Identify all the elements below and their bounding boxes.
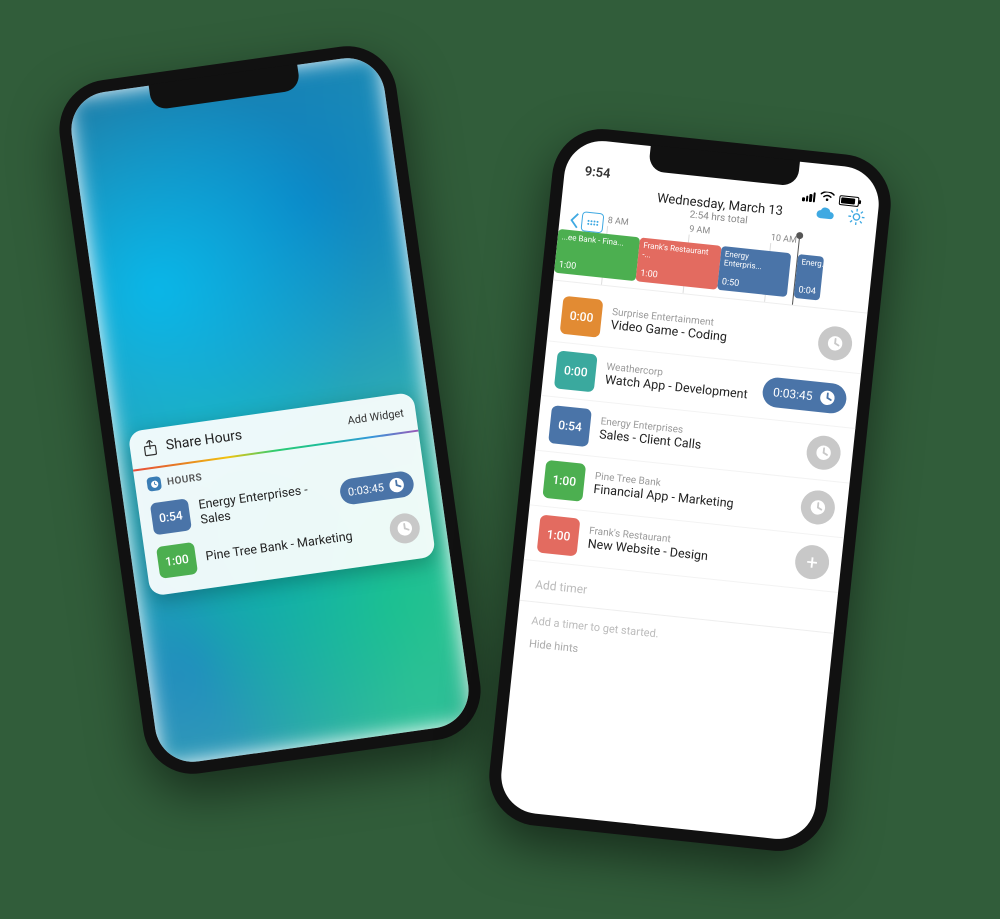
timer-duration-badge: 1:00 [156, 542, 198, 579]
timer-duration-badge: 0:54 [548, 405, 592, 447]
timer-duration-badge: 0:00 [554, 350, 598, 392]
active-timer-pill[interactable]: 0:03:45 [762, 376, 848, 415]
phone-mockup-app: 9:54 Wednesday, March 13 2:54 hrs total [484, 124, 895, 856]
timer-duration-badge: 0:00 [560, 296, 604, 338]
timeline-hour-label: 9 AM [689, 225, 711, 237]
timer-row-info: Frank's RestaurantNew Website - Design [587, 526, 787, 573]
start-timer-button[interactable] [816, 325, 853, 362]
add-widget-button[interactable]: Add Widget [347, 406, 405, 427]
active-timer-pill[interactable]: 0:03:45 [338, 470, 415, 506]
hours-app-icon [146, 476, 162, 492]
timer-duration-badge: 1:00 [537, 515, 581, 557]
widget-app-name: HOURS [166, 472, 203, 488]
timer-list: 0:00Surprise EntertainmentVideo Game - C… [523, 281, 867, 599]
phone-mockup-widget: Share Hours Add Widget HOURS 0:54 Energy… [53, 40, 487, 781]
active-timer-value: 0:03:45 [347, 480, 385, 498]
timer-duration-badge: 0:54 [150, 498, 192, 535]
timeline-block[interactable]: ...ee Bank - Fina...1:00 [554, 229, 640, 281]
timeline-hour-label: 8 AM [607, 216, 629, 228]
add-button[interactable]: + [793, 543, 830, 580]
timeline-block[interactable]: Energ...0:04 [794, 254, 824, 300]
timeline-hour-label: 10 AM [770, 233, 797, 246]
cloud-sync-icon[interactable] [815, 205, 837, 226]
start-timer-button[interactable] [799, 489, 836, 526]
share-icon [141, 438, 159, 458]
start-timer-button[interactable] [388, 511, 422, 545]
timer-row-info: Surprise EntertainmentVideo Game - Codin… [610, 307, 810, 354]
timer-row-info: Energy EnterprisesSales - Client Calls [598, 416, 798, 463]
share-hours-label: Share Hours [165, 427, 243, 454]
widget-row-label: Pine Tree Bank - Marketing [205, 524, 381, 563]
timer-row-info: WeathercorpWatch App - Development [604, 362, 754, 403]
timer-row-info: Pine Tree BankFinancial App - Marketing [593, 471, 793, 518]
app-screen: 9:54 Wednesday, March 13 2:54 hrs total [498, 137, 883, 842]
timeline-block[interactable]: Energy Enterpris...0:50 [717, 246, 791, 297]
signal-icon [802, 191, 816, 202]
start-timer-button[interactable] [805, 434, 842, 471]
timer-duration-badge: 1:00 [542, 460, 586, 502]
home-screen: Share Hours Add Widget HOURS 0:54 Energy… [66, 53, 473, 766]
battery-icon [839, 195, 860, 207]
gear-icon[interactable] [846, 207, 866, 230]
timeline-block[interactable]: Frank's Restaurant -...1:00 [636, 237, 722, 289]
